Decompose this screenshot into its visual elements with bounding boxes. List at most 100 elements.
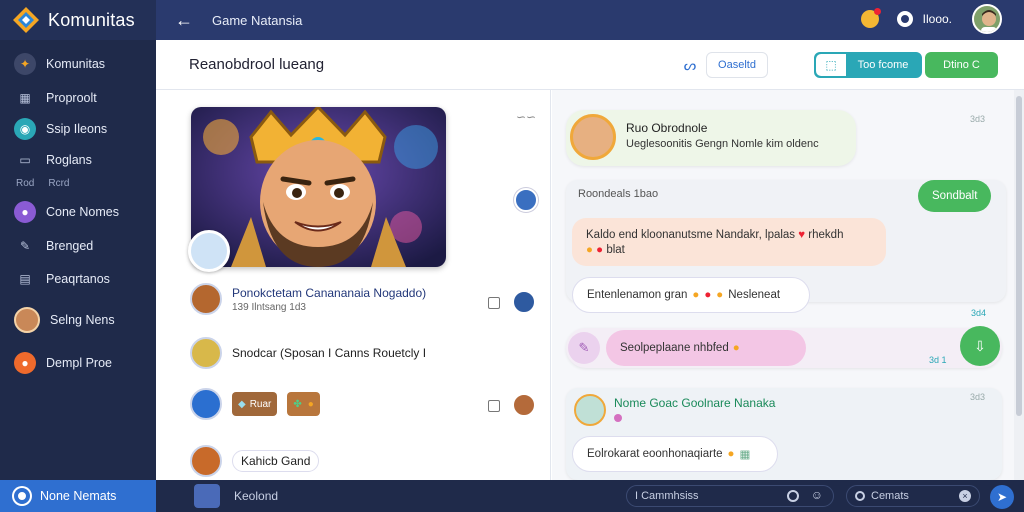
sidebar-item-brenged[interactable]: ✎ Brenged — [0, 235, 156, 257]
sidebar-item-komunitas[interactable]: ✦ Komunitas — [0, 53, 156, 75]
compass-icon: ✦ — [14, 53, 36, 75]
bubble-line-2: ● ● blat — [586, 244, 625, 256]
section-label: Rod — [16, 178, 35, 189]
message-card: Nome Goac Goolnare Nanaka Eolrokarat eoo… — [566, 388, 1002, 480]
close-icon[interactable]: × — [959, 490, 971, 502]
user-avatar-icon — [14, 307, 40, 333]
pencil-icon[interactable]: ✎ — [568, 332, 600, 364]
smile-icon: ● — [692, 289, 700, 301]
gem-icon: ◆ — [238, 398, 246, 410]
feed-post[interactable]: Kahicb Gand — [190, 445, 320, 477]
sidebar-item-label: Roglans — [46, 153, 92, 167]
bubble-text-3: blat — [606, 243, 625, 256]
top-right-controls: Ilooo. — [860, 4, 1002, 34]
sidebar-item-proproolt[interactable]: ▦ Proproolt — [0, 87, 156, 109]
record-icon[interactable] — [896, 11, 913, 27]
sent-bubble[interactable]: Sondbalt — [918, 180, 992, 212]
bubble-text: Eolrokarat eoonhonaqiarte — [587, 448, 723, 460]
top-bar: ← Game Natansia Ilooo. — [156, 0, 1024, 40]
post-text: Kahicb Gand — [232, 450, 320, 472]
bubble-text-2: Nesleneat — [728, 289, 781, 301]
sidebar-item-label: Brenged — [46, 239, 94, 253]
received-bubble[interactable]: Seolpeplaane nhbfed ● — [606, 330, 806, 366]
heart-icon: ♥ — [798, 228, 806, 241]
tag-chip[interactable]: ◆ Ruar — [232, 392, 278, 416]
received-bubble[interactable]: Kaldo end kloonanutsme Nandakr, lpalas ♥… — [572, 218, 886, 266]
too-fcome-label: Too fcome — [857, 59, 909, 71]
sidebar-item-selng-nens[interactable]: Selng Nens — [0, 307, 156, 333]
feed-post[interactable]: Snodcar (Sposan I Canns Rouetcly I — [190, 337, 426, 369]
avatar[interactable] — [972, 4, 1002, 34]
avatar — [190, 283, 222, 315]
heart-icon: ● — [704, 289, 712, 301]
emoji-chip[interactable]: ✤ ● — [287, 392, 320, 416]
too-fcome-button[interactable]: ⬚ Too fcome — [814, 52, 922, 78]
sidebar-item-label: Komunitas — [46, 57, 106, 71]
sub-header: Reanobdrool lueang ᔕ Oaseltd ⬚ Too fcome… — [156, 40, 1024, 90]
globe-icon: ◉ — [14, 118, 36, 140]
heart-icon: ● — [596, 243, 604, 256]
bubble-line: Kaldo end kloonanutsme Nandakr, lpalas ♥… — [586, 229, 843, 241]
feed-post[interactable]: ◆ Ruar ✤ ● — [190, 388, 320, 420]
sidebar-item-peaqrtanos[interactable]: ▤ Peaqrtanos — [0, 268, 156, 290]
send-button[interactable]: ➤ — [990, 485, 1014, 509]
sidebar-bottom-item[interactable]: None Nemats — [0, 480, 156, 512]
chat-panel: Ruo Obrodnole Ueglesoonitis Gengn Nomle … — [552, 90, 1014, 480]
scrollbar-thumb[interactable] — [1016, 96, 1022, 416]
received-bubble[interactable]: Eolrokarat eoonhonaqiarte ● ▦ — [572, 436, 778, 472]
side-avatar[interactable] — [514, 188, 538, 212]
grid-icon: ▦ — [19, 91, 31, 105]
brand[interactable]: Komunitas — [0, 0, 156, 40]
timestamp: 3d4 — [971, 308, 987, 318]
post-subtitle: 139 Ilntsang 1d3 — [232, 301, 306, 313]
hero-avatar[interactable] — [188, 230, 230, 272]
avatar — [570, 114, 616, 160]
checkbox-icon[interactable] — [488, 297, 500, 309]
status-dot — [614, 414, 622, 422]
bottom-bar: Keolond I Cammhsiss ☺ Cemats × ➤ — [156, 480, 1024, 512]
bubble-text: Entenlenamon gran — [587, 289, 688, 301]
emoji-icon[interactable]: ☺ — [811, 488, 823, 502]
sidebar-item-ssip-ileons[interactable]: ◉ Ssip Ileons — [0, 118, 156, 140]
send-icon[interactable]: ⇩ — [960, 326, 1000, 366]
square-icon: ⬚ — [816, 54, 846, 76]
message-card[interactable]: Ruo Obrodnole Ueglesoonitis Gengn Nomle … — [566, 110, 856, 166]
smile-icon: ● — [307, 398, 314, 410]
record-icon[interactable] — [787, 490, 799, 502]
timestamp: 3d3 — [970, 392, 986, 402]
avatar — [190, 445, 222, 477]
dtino-button[interactable]: Dtino C — [925, 52, 998, 78]
comments-input[interactable]: Cemats × — [846, 485, 980, 507]
oaseltd-button[interactable]: Oaseltd — [706, 52, 768, 78]
received-bubble[interactable]: Entenlenamon gran ● ● ● Nesleneat — [572, 277, 810, 313]
side-avatar[interactable] — [512, 393, 536, 417]
notification-icon[interactable] — [860, 8, 881, 28]
sidebar-item-roglans[interactable]: ▭ Roglans — [0, 149, 156, 171]
checkbox-icon[interactable] — [488, 400, 500, 412]
bottom-label: Keolond — [234, 489, 279, 503]
hero-action-icon[interactable]: ∽∽ — [516, 110, 536, 124]
smile-icon: ● — [586, 243, 593, 256]
link-icon[interactable]: ᔕ — [680, 52, 700, 78]
doc-icon: ▤ — [19, 272, 31, 286]
feed-post[interactable]: Ponokctetam Canananaia Nogaddo) 139 Ilnt… — [190, 283, 426, 315]
feed-panel: ∽∽ Ponokctetam Canananaia Nogaddo) 139 I… — [156, 90, 551, 480]
scrollbar[interactable] — [1014, 90, 1024, 480]
sidebar-item-label: Cone Nomes — [46, 205, 119, 219]
hero-image[interactable] — [191, 107, 446, 267]
circle-icon — [855, 491, 865, 501]
avatar[interactable] — [194, 484, 220, 508]
app-window: Komunitas ✦ Komunitas ▦ Proproolt ◉ Ssip… — [0, 0, 1024, 512]
sidebar-item-label: Dempl Proe — [46, 356, 112, 370]
side-avatar[interactable] — [512, 290, 536, 314]
pen-icon: ✎ — [19, 239, 31, 253]
section-label-2: Rcrd — [48, 178, 70, 189]
back-arrow-icon[interactable]: ← — [164, 10, 204, 31]
input-text: I Cammhsiss — [635, 490, 699, 502]
comment-input[interactable]: I Cammhsiss ☺ — [626, 485, 834, 507]
input-text: Cemats — [871, 490, 909, 502]
smile-icon: ● — [727, 448, 735, 460]
sidebar-item-dempl-proe[interactable]: ● Dempl Proe — [0, 352, 156, 374]
sidebar-item-cone-nomes[interactable]: ● Cone Nomes — [0, 201, 156, 223]
bubble-text-2: rhekdh — [808, 228, 844, 241]
